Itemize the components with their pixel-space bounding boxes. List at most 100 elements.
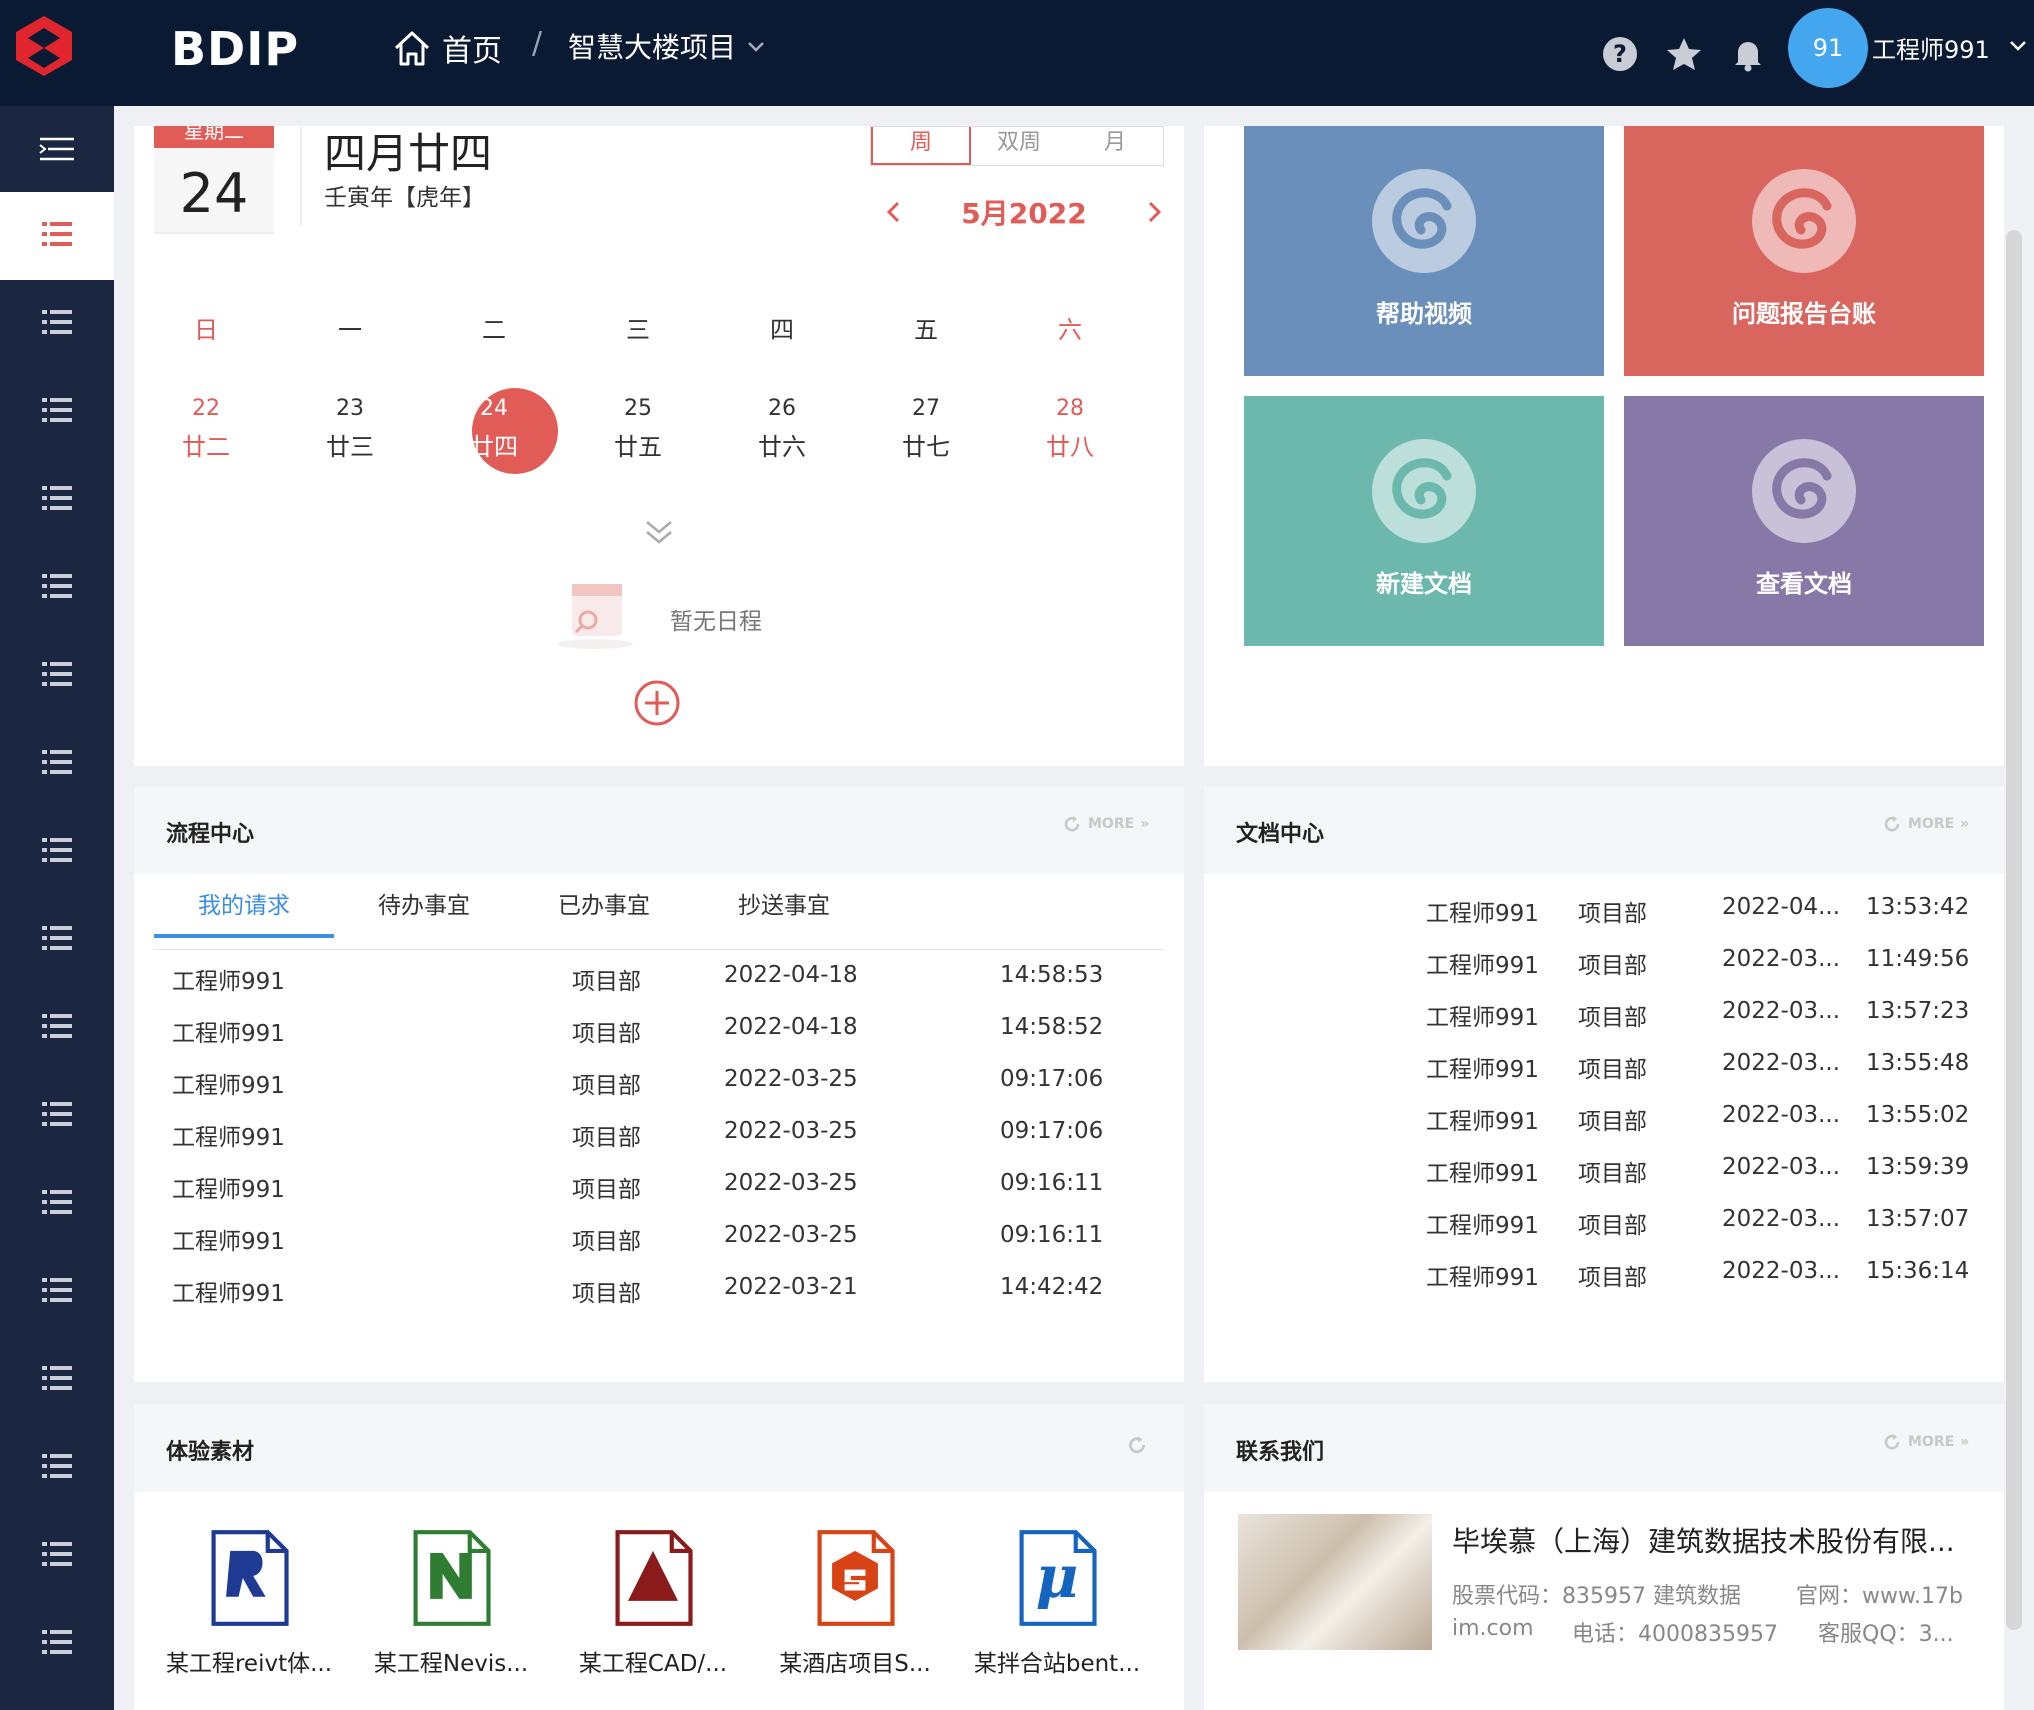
sidebar-item-14[interactable] xyxy=(0,1336,114,1424)
table-row[interactable]: 工程师991 项目部 2022-03-25 09:17:06 xyxy=(134,1118,1184,1170)
weekday-header: 五 xyxy=(914,316,938,344)
sidebar-item-8[interactable] xyxy=(0,808,114,896)
sidebar-item-15[interactable] xyxy=(0,1424,114,1512)
table-row[interactable]: 工程师991 项目部 2022-03-25 09:16:11 xyxy=(134,1222,1184,1274)
bell-icon[interactable] xyxy=(1728,34,1768,74)
view-mode-week[interactable]: 周 xyxy=(871,127,971,165)
svg-text:μ: μ xyxy=(1036,1542,1079,1611)
more-link[interactable]: MORE » xyxy=(1062,814,1149,834)
table-row[interactable]: 工程师991 项目部 2022-03... 15:36:14 xyxy=(1204,1258,2004,1310)
tab-todo[interactable]: 待办事宜 xyxy=(334,886,514,938)
brand-name[interactable]: BDIP xyxy=(171,22,299,76)
calendar-day[interactable]: 24 廿四 xyxy=(444,388,544,462)
file-item[interactable]: 某酒店项目S... xyxy=(770,1522,940,1678)
file-item[interactable]: 某工程Nevis... xyxy=(366,1522,536,1678)
more-link[interactable]: MORE » xyxy=(1882,814,1969,834)
table-row[interactable]: 工程师991 项目部 2022-03... 13:55:02 xyxy=(1204,1102,2004,1154)
cell-user: 工程师991 xyxy=(172,1177,285,1203)
tab-my-requests[interactable]: 我的请求 xyxy=(154,886,334,938)
cell-user: 工程师991 xyxy=(172,1229,285,1255)
quick-tiles-panel: 帮助视频 问题报告台账 新建文档 查看文档 xyxy=(1204,126,2004,766)
more-link[interactable]: MORE » xyxy=(1882,1432,1969,1452)
file-item[interactable]: 某工程reivt体... xyxy=(164,1522,334,1678)
view-mode-biweek[interactable]: 双周 xyxy=(971,127,1067,165)
sidebar-item-16[interactable] xyxy=(0,1512,114,1600)
cell-time: 09:16:11 xyxy=(1000,1222,1104,1248)
table-row[interactable]: 工程师991 项目部 2022-04-18 14:58:53 xyxy=(134,962,1184,1014)
project-selector[interactable]: 智慧大楼项目 xyxy=(568,26,766,66)
table-row[interactable]: 工程师991 项目部 2022-03-21 14:42:42 xyxy=(134,1274,1184,1326)
table-row[interactable]: 工程师991 项目部 2022-03-25 09:16:11 xyxy=(134,1170,1184,1222)
cell-date: 2022-04... xyxy=(1722,894,1841,920)
sidebar-item-2[interactable] xyxy=(0,280,114,368)
table-row[interactable]: 工程师991 项目部 2022-04-18 14:58:52 xyxy=(134,1014,1184,1066)
cell-time: 14:42:42 xyxy=(1000,1274,1104,1300)
tab-cc[interactable]: 抄送事宜 xyxy=(694,886,874,938)
calendar-day[interactable]: 22 廿二 xyxy=(156,388,256,462)
document-center-panel: 文档中心 MORE» 工程师991 项目部 2022-04... 13:53:42 工程… xyxy=(1204,786,2004,1382)
calendar-day[interactable]: 28 廿八 xyxy=(1020,388,1120,462)
cell-date: 2022-04-18 xyxy=(724,962,858,988)
website-cont[interactable]: im.com xyxy=(1452,1616,1534,1641)
day-num: 28 xyxy=(1056,396,1084,421)
page-scrollbar[interactable] xyxy=(2006,230,2022,1630)
file-item[interactable]: μ 某拌合站bent... xyxy=(972,1522,1142,1678)
table-row[interactable]: 工程师991 项目部 2022-03... 11:49:56 xyxy=(1204,946,2004,998)
month-label: 5月2022 xyxy=(961,197,1087,230)
website[interactable]: 官网：www.17b xyxy=(1796,1578,1963,1610)
sidebar-item-17[interactable] xyxy=(0,1600,114,1688)
calendar-day[interactable]: 26 廿六 xyxy=(732,388,832,462)
add-schedule-icon[interactable] xyxy=(632,678,682,728)
sidebar-item-4[interactable] xyxy=(0,456,114,544)
calendar-day[interactable]: 23 廿三 xyxy=(300,388,400,462)
cell-user: 工程师991 xyxy=(1426,953,1539,979)
next-month-icon[interactable] xyxy=(1144,199,1164,225)
stock-code: 股票代码：835957 建筑数据 xyxy=(1452,1584,1741,1609)
refresh-icon[interactable] xyxy=(1126,1434,1148,1456)
user-name[interactable]: 工程师991 xyxy=(1872,30,1990,65)
materials-panel: 体验素材 某工程reivt体... 某工程Nevis... 某工程CAD/... 某酒… xyxy=(134,1404,1184,1710)
tab-done[interactable]: 已办事宜 xyxy=(514,886,694,938)
lunar-date: 四月廿四 xyxy=(324,129,493,178)
quick-tile-1[interactable]: 帮助视频 xyxy=(1244,126,1604,376)
prev-month-icon[interactable] xyxy=(884,199,904,225)
sidebar-item-9[interactable] xyxy=(0,896,114,984)
sidebar-item-1[interactable] xyxy=(0,192,114,280)
table-row[interactable]: 工程师991 项目部 2022-03... 13:57:23 xyxy=(1204,998,2004,1050)
cell-date: 2022-03... xyxy=(1722,946,1841,972)
day-lunar: 廿四 xyxy=(470,433,518,461)
sidebar-item-12[interactable] xyxy=(0,1160,114,1248)
table-row[interactable]: 工程师991 项目部 2022-04... 13:53:42 xyxy=(1204,894,2004,946)
user-menu-chevron-icon[interactable] xyxy=(2008,38,2028,52)
logo-icon[interactable] xyxy=(14,14,74,78)
sidebar-item-6[interactable] xyxy=(0,632,114,720)
sidebar-item-10[interactable] xyxy=(0,984,114,1072)
table-row[interactable]: 工程师991 项目部 2022-03... 13:57:07 xyxy=(1204,1206,2004,1258)
swirl-logo-icon xyxy=(1369,436,1479,550)
revit-icon xyxy=(199,1530,299,1638)
table-row[interactable]: 工程师991 项目部 2022-03... 13:59:39 xyxy=(1204,1154,2004,1206)
company-name[interactable]: 毕埃慕（上海）建筑数据技术股份有限... xyxy=(1452,1520,1955,1560)
table-row[interactable]: 工程师991 项目部 2022-03-25 09:17:06 xyxy=(134,1066,1184,1118)
table-row[interactable]: 工程师991 项目部 2022-03... 13:55:48 xyxy=(1204,1050,2004,1102)
sidebar-item-3[interactable] xyxy=(0,368,114,456)
sidebar-item-11[interactable] xyxy=(0,1072,114,1160)
calendar-day[interactable]: 25 廿五 xyxy=(588,388,688,462)
cell-time: 14:58:52 xyxy=(1000,1014,1104,1040)
quick-tile-3[interactable]: 新建文档 xyxy=(1244,396,1604,646)
file-item[interactable]: 某工程CAD/... xyxy=(568,1522,738,1678)
sidebar-item-7[interactable] xyxy=(0,720,114,808)
help-icon[interactable]: ? xyxy=(1600,34,1640,74)
sidebar-item-5[interactable] xyxy=(0,544,114,632)
star-icon[interactable] xyxy=(1664,34,1704,74)
expand-down-icon[interactable] xyxy=(642,516,676,550)
contact-title: 联系我们 xyxy=(1236,1440,1325,1465)
avatar[interactable]: 91 xyxy=(1788,8,1868,88)
quick-tile-4[interactable]: 查看文档 xyxy=(1624,396,1984,646)
calendar-day[interactable]: 27 廿七 xyxy=(876,388,976,462)
sidebar-toggle[interactable] xyxy=(0,106,114,192)
breadcrumb-home[interactable]: 首页 xyxy=(392,26,502,70)
quick-tile-2[interactable]: 问题报告台账 xyxy=(1624,126,1984,376)
sidebar-item-13[interactable] xyxy=(0,1248,114,1336)
view-mode-month[interactable]: 月 xyxy=(1067,127,1163,165)
